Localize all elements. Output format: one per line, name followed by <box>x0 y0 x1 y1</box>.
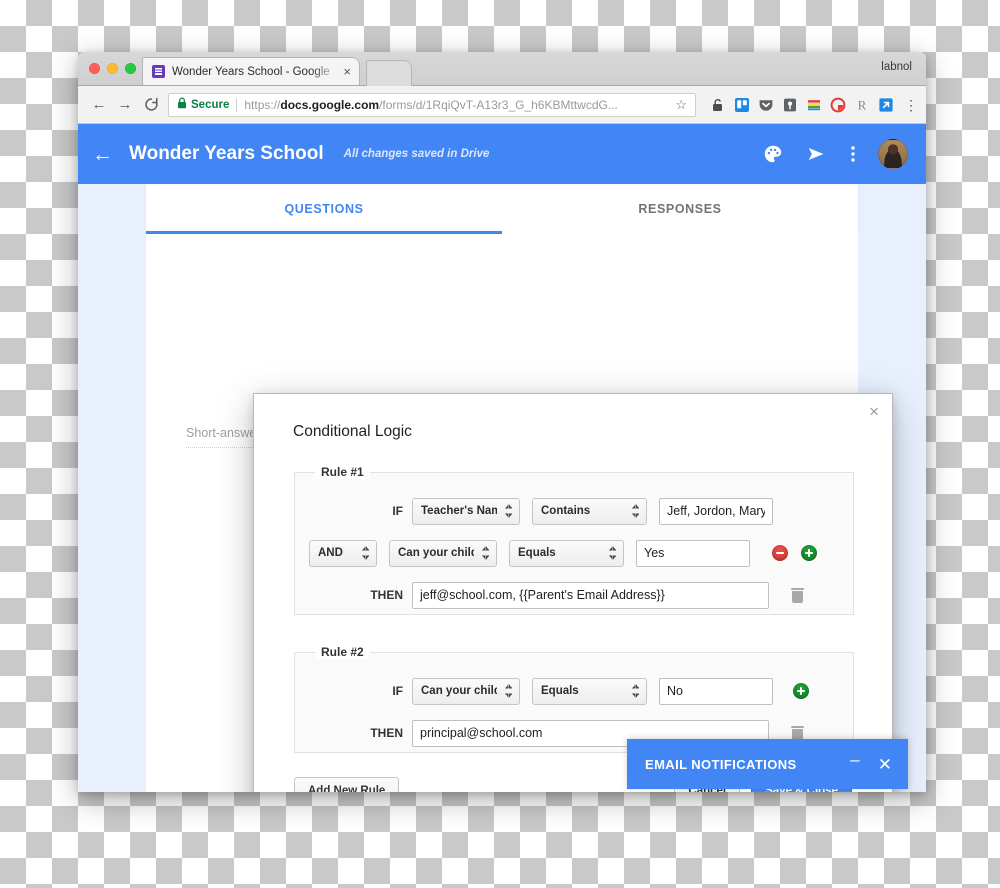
browser-toolbar: ← → Secure https://docs.google.com/forms… <box>78 86 926 124</box>
save-status-label: All changes saved in Drive <box>344 148 740 160</box>
browser-window: Wonder Years School - Google × labnol ← … <box>78 52 926 792</box>
rule-2-operator-select[interactable]: Equals <box>532 678 647 705</box>
rule-1-field2-select[interactable]: Can your child att… <box>389 540 497 567</box>
add-new-rule-button[interactable]: Add New Rule <box>294 777 399 792</box>
tab-questions-label: QUESTIONS <box>284 202 363 216</box>
rule-1-value2-input[interactable] <box>636 540 750 567</box>
rule-1-joiner-select[interactable]: AND <box>309 540 377 567</box>
colorful-stack-extension-icon[interactable] <box>806 97 822 113</box>
close-tab-icon[interactable]: × <box>341 65 353 78</box>
conditional-logic-dialog: × Conditional Logic Rule #1 IF Teacher's… <box>253 393 893 792</box>
svg-text:R: R <box>858 97 867 112</box>
pocket-extension-icon[interactable] <box>758 97 774 113</box>
rule-2-group: Rule #2 IF Can your child att… Equals <box>294 652 854 753</box>
add-condition-rule-2-icon[interactable] <box>793 683 809 699</box>
window-traffic-lights <box>89 63 136 74</box>
delete-rule-1-icon[interactable] <box>791 587 804 603</box>
rule-1-then-input[interactable] <box>412 582 769 609</box>
rule-1-then-row: THEN <box>295 579 835 611</box>
url-scheme: https:// <box>244 98 280 112</box>
r-extension-icon[interactable]: R <box>854 97 870 113</box>
rule-1-then-label: THEN <box>295 588 403 602</box>
close-window-button[interactable] <box>89 63 100 74</box>
dialog-title: Conditional Logic <box>293 423 412 441</box>
rule-2-condition-1: IF Can your child att… Equals <box>295 675 835 707</box>
address-bar-divider <box>236 98 237 112</box>
tab-responses[interactable]: RESPONSES <box>502 184 858 234</box>
browser-tab-title: Wonder Years School - Google <box>172 66 341 78</box>
rule-1-operator-select[interactable]: Contains <box>532 498 647 525</box>
address-bar-url: https://docs.google.com/forms/d/1RqiQvT-… <box>244 98 669 112</box>
rule-1-joiner-select-wrap: AND <box>309 540 377 567</box>
url-path: /forms/d/1RqiQvT-A13r3_G_h6KBMttwcdG... <box>379 98 618 112</box>
email-notifications-title: EMAIL NOTIFICATIONS <box>645 757 850 772</box>
browser-profile-name[interactable]: labnol <box>881 61 912 73</box>
bookmark-star-icon[interactable]: ☆ <box>675 97 687 113</box>
back-arrow-icon[interactable]: ← <box>92 144 113 165</box>
email-notifications-bar[interactable]: EMAIL NOTIFICATIONS – ✕ <box>627 739 908 789</box>
add-condition-icon[interactable] <box>801 545 817 561</box>
more-options-icon[interactable] <box>850 143 856 165</box>
rule-2-if-label: IF <box>295 684 403 698</box>
rule-1-operator2-select[interactable]: Equals <box>509 540 624 567</box>
minimize-icon[interactable]: – <box>850 751 859 768</box>
rule-1-if-label: IF <box>295 504 403 518</box>
lock-icon <box>177 97 187 112</box>
color-palette-icon[interactable] <box>762 143 784 165</box>
grammarly-extension-icon[interactable] <box>830 97 846 113</box>
forward-icon[interactable]: → <box>112 92 138 118</box>
tab-questions[interactable]: QUESTIONS <box>146 184 502 234</box>
minimize-window-button[interactable] <box>107 63 118 74</box>
rule-2-operator-select-wrap: Equals <box>532 678 647 705</box>
reload-icon[interactable] <box>138 92 164 118</box>
maximize-window-button[interactable] <box>125 63 136 74</box>
rule-2-value-input[interactable] <box>659 678 773 705</box>
send-icon[interactable] <box>806 143 828 165</box>
rule-1-group: Rule #1 IF Teacher's Name Contains <box>294 472 854 615</box>
google-forms-favicon-icon <box>152 65 165 78</box>
rule-1-legend: Rule #1 <box>315 465 370 479</box>
close-icon[interactable]: ✕ <box>878 756 892 773</box>
open-in-new-extension-icon[interactable] <box>878 97 894 113</box>
forms-header: ← Wonder Years School All changes saved … <box>78 124 926 184</box>
rule-2-legend: Rule #2 <box>315 645 370 659</box>
rule-1-operator2-select-wrap: Equals <box>509 540 624 567</box>
rule-1-condition-1: IF Teacher's Name Contains <box>295 495 835 527</box>
rule-1-field-select-wrap: Teacher's Name <box>412 498 520 525</box>
rule-1-condition-2: AND Can your child att… Equals <box>295 537 835 569</box>
rule-2-field-select[interactable]: Can your child att… <box>412 678 520 705</box>
browser-extensions: R ⋮ <box>710 97 918 113</box>
tab-responses-label: RESPONSES <box>638 202 721 216</box>
forms-tabs: QUESTIONS RESPONSES <box>146 184 858 234</box>
address-bar[interactable]: Secure https://docs.google.com/forms/d/1… <box>168 93 696 117</box>
rule-1-field-select[interactable]: Teacher's Name <box>412 498 520 525</box>
browser-tab-active[interactable]: Wonder Years School - Google × <box>142 57 360 85</box>
form-title[interactable]: Wonder Years School <box>129 143 324 165</box>
back-icon[interactable]: ← <box>86 92 112 118</box>
new-tab-button[interactable] <box>366 60 412 86</box>
browser-tab-strip: Wonder Years School - Google × labnol <box>78 52 926 86</box>
trello-extension-icon[interactable] <box>734 97 750 113</box>
remove-condition-icon[interactable] <box>772 545 788 561</box>
close-icon[interactable]: × <box>869 403 879 420</box>
google-forms-app: ← Wonder Years School All changes saved … <box>78 124 926 792</box>
rule-2-field-select-wrap: Can your child att… <box>412 678 520 705</box>
rule-2-then-label: THEN <box>295 726 403 740</box>
url-domain: docs.google.com <box>280 98 379 112</box>
rule-1-value-input[interactable] <box>659 498 773 525</box>
rule-1-operator-select-wrap: Contains <box>532 498 647 525</box>
user-avatar[interactable] <box>878 139 908 169</box>
secure-label: Secure <box>191 99 229 111</box>
lastpass-extension-icon[interactable] <box>782 97 798 113</box>
browser-menu-icon[interactable]: ⋮ <box>904 98 918 112</box>
unlock-padlock-extension-icon[interactable] <box>710 97 726 113</box>
rule-1-field2-select-wrap: Can your child att… <box>389 540 497 567</box>
